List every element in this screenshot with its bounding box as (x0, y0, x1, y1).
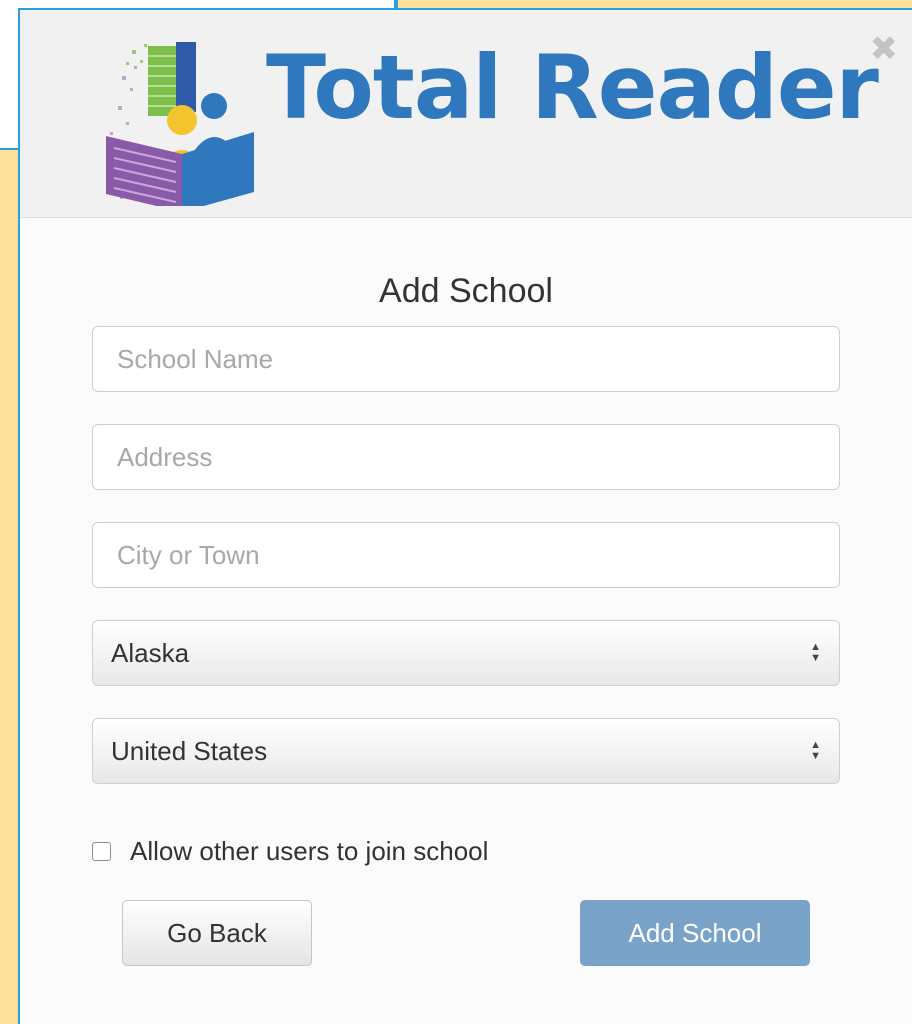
country-select-value: United States (111, 735, 268, 766)
state-select-value: Alaska (111, 637, 190, 668)
school-name-input[interactable] (92, 326, 840, 392)
modal-header: Total Reader ✖ (20, 10, 912, 218)
country-select[interactable]: United States ▲ ▼ (92, 718, 840, 784)
select-updown-icon: ▲ ▼ (810, 739, 821, 762)
select-updown-icon: ▲ ▼ (810, 641, 821, 664)
allow-join-checkbox[interactable] (92, 842, 111, 861)
add-school-modal: Total Reader ✖ Add School Alaska ▲▼ Unit… (18, 8, 912, 1024)
app-logo-text: Total Reader (266, 36, 879, 139)
go-back-button[interactable]: Go Back (122, 900, 312, 966)
state-select[interactable]: Alaska ▲ ▼ (92, 620, 840, 686)
allow-join-label[interactable]: Allow other users to join school (130, 836, 488, 867)
total-reader-logo-icon (106, 42, 254, 206)
add-school-button[interactable]: Add School (580, 900, 810, 966)
close-icon[interactable]: ✖ (870, 32, 899, 66)
address-input[interactable] (92, 424, 840, 490)
allow-join-row: Allow other users to join school (92, 836, 488, 867)
city-input[interactable] (92, 522, 840, 588)
modal-title: Add School (379, 272, 553, 310)
